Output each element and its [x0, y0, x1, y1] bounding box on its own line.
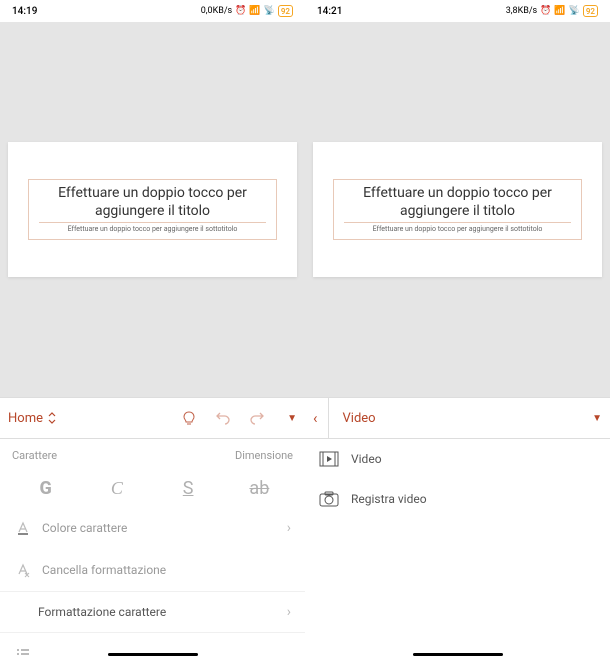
char-format-label: Formattazione carattere — [38, 605, 166, 619]
wifi-icon: 📡 — [569, 6, 580, 16]
nav-bar[interactable] — [413, 653, 503, 656]
character-formatting-row[interactable]: Formattazione carattere › — [0, 592, 305, 632]
clear-format-icon — [14, 561, 32, 579]
alarm-icon: ⏰ — [235, 6, 246, 16]
tab-label[interactable]: Video — [343, 411, 376, 426]
status-time: 14:19 — [12, 6, 37, 17]
video-panel: Video Registra video — [305, 439, 610, 660]
chevron-updown-icon — [47, 412, 57, 424]
undo-icon[interactable] — [215, 410, 231, 426]
slide-subtitle-placeholder[interactable]: Effettuare un doppio tocco per aggiunger… — [344, 225, 571, 233]
battery-icon: 92 — [278, 5, 293, 17]
clear-formatting-row[interactable]: Cancella formattazione — [0, 549, 305, 591]
font-color-row[interactable]: Colore carattere › — [0, 507, 305, 549]
battery-icon: 92 — [583, 5, 598, 17]
slide-canvas[interactable]: Effettuare un doppio tocco per aggiunger… — [0, 22, 305, 397]
bold-button[interactable]: G — [21, 478, 71, 499]
back-button[interactable]: ‹ — [313, 409, 318, 427]
screen-right: 14:21 3,8KB/s ⏰ 📶 📡 92 Effettuare un dop… — [305, 0, 610, 660]
signal-icon: 📶 — [249, 6, 260, 16]
video-icon — [319, 451, 339, 467]
nav-bar[interactable] — [108, 653, 198, 656]
camera-icon — [319, 491, 339, 507]
record-video-row[interactable]: Registra video — [305, 479, 610, 519]
alarm-icon: ⏰ — [540, 6, 551, 16]
slide-title-placeholder[interactable]: Effettuare un doppio tocco per aggiunger… — [39, 184, 266, 223]
status-bar: 14:19 0,0KB/s ⏰ 📶 📡 92 — [0, 0, 305, 22]
record-label: Registra video — [351, 492, 427, 506]
chevron-right-icon: › — [287, 604, 291, 620]
toolbar: Home ▼ — [0, 397, 305, 439]
clear-format-label: Cancella formattazione — [42, 563, 166, 577]
slide[interactable]: Effettuare un doppio tocco per aggiunger… — [313, 142, 602, 277]
format-panel: Carattere Dimensione G C S ab Colore car… — [0, 439, 305, 660]
redo-icon[interactable] — [249, 410, 265, 426]
collapse-panel-icon[interactable]: ▼ — [592, 413, 602, 424]
insert-video-row[interactable]: Video — [305, 439, 610, 479]
status-bar: 14:21 3,8KB/s ⏰ 📶 📡 92 — [305, 0, 610, 22]
lightbulb-icon[interactable] — [181, 410, 197, 426]
status-speed: 3,8KB/s — [506, 6, 538, 16]
collapse-panel-icon[interactable]: ▼ — [287, 413, 297, 424]
toolbar: ‹ Video ▼ — [305, 397, 610, 439]
font-color-icon — [14, 519, 32, 537]
panel-header-character: Carattere — [12, 449, 57, 462]
italic-button[interactable]: C — [92, 478, 142, 499]
tab-label: Home — [8, 411, 43, 426]
wifi-icon: 📡 — [264, 6, 275, 16]
screen-left: 14:19 0,0KB/s ⏰ 📶 📡 92 Effettuare un dop… — [0, 0, 305, 660]
chevron-right-icon: › — [287, 520, 291, 536]
slide-title-placeholder[interactable]: Effettuare un doppio tocco per aggiunger… — [344, 184, 571, 223]
slide-canvas[interactable]: Effettuare un doppio tocco per aggiunger… — [305, 22, 610, 397]
font-color-label: Colore carattere — [42, 521, 127, 535]
list-icon — [14, 645, 32, 660]
strikethrough-button[interactable]: ab — [234, 478, 284, 499]
status-time: 14:21 — [317, 6, 342, 17]
panel-header-size: Dimensione — [235, 449, 293, 462]
slide[interactable]: Effettuare un doppio tocco per aggiunger… — [8, 142, 297, 277]
tab-selector[interactable]: Home — [8, 411, 181, 426]
video-label: Video — [351, 452, 382, 466]
underline-button[interactable]: S — [163, 478, 213, 499]
slide-subtitle-placeholder[interactable]: Effettuare un doppio tocco per aggiunger… — [39, 225, 266, 233]
status-speed: 0,0KB/s — [201, 6, 233, 16]
signal-icon: 📶 — [554, 6, 565, 16]
